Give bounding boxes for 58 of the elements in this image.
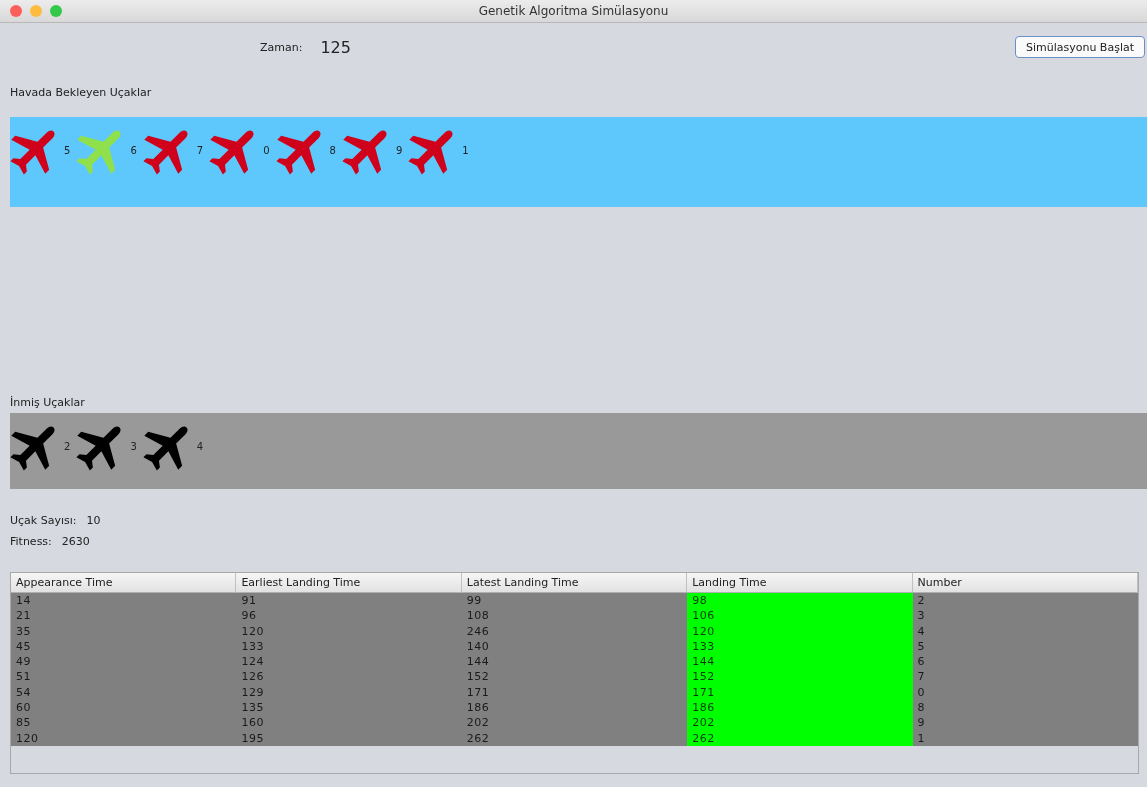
plane-number: 3 — [130, 440, 137, 452]
stat-value: 10 — [86, 513, 101, 529]
table-cell: 9 — [912, 715, 1138, 731]
plane-number: 6 — [130, 144, 137, 156]
table-cell: 3 — [912, 608, 1138, 624]
window-control-icon[interactable] — [50, 5, 62, 17]
window-title: Genetik Algoritma Simülasyonu — [478, 4, 669, 18]
stat-label: Fitness: — [10, 534, 52, 550]
window-control-icon[interactable] — [10, 5, 22, 17]
table-cell: 8 — [912, 700, 1138, 716]
table-cell: 202 — [687, 715, 913, 731]
table-cell: 106 — [687, 608, 913, 624]
table-cell: 135 — [236, 700, 462, 716]
stat-label: Uçak Sayısı: — [10, 513, 77, 529]
table-cell: 152 — [687, 669, 913, 685]
column-header[interactable]: Landing Time — [687, 573, 913, 593]
table-cell: 60 — [11, 700, 237, 716]
table-cell: 21 — [11, 608, 237, 624]
plane-number: 7 — [196, 144, 204, 156]
section-title: Havada Bekleyen Uçaklar — [10, 85, 153, 101]
table-cell: 126 — [236, 669, 462, 685]
plane-number: 5 — [64, 144, 71, 156]
column-header[interactable]: Earliest Landing Time — [236, 573, 462, 593]
table-cell: 51 — [11, 669, 237, 685]
table-cell: 14 — [11, 593, 237, 609]
table-cell: 108 — [461, 608, 688, 624]
table-cell: 7 — [912, 669, 1138, 685]
time-label: Zaman: — [260, 40, 303, 54]
table-cell: 96 — [236, 608, 462, 624]
plane-number: 4 — [196, 440, 204, 452]
table-cell: 91 — [236, 593, 462, 609]
section-title: İnmiş Uçaklar — [10, 395, 86, 411]
table-cell: 160 — [236, 715, 462, 731]
table-cell: 49 — [11, 654, 237, 670]
table-cell: 144 — [687, 654, 913, 670]
table-cell: 85 — [11, 715, 237, 731]
column-header[interactable]: Appearance Time — [11, 573, 237, 593]
table-cell: 152 — [461, 669, 688, 685]
plane-number: 0 — [263, 144, 270, 156]
table-cell: 144 — [461, 654, 688, 670]
table-cell: 202 — [461, 715, 688, 731]
start-simulation-button[interactable]: Simülasyonu Başlat — [1014, 36, 1145, 58]
table-cell: 186 — [687, 700, 913, 716]
column-header[interactable]: Latest Landing Time — [461, 573, 688, 593]
table-cell: 98 — [687, 593, 913, 609]
plane-number: 1 — [462, 144, 469, 156]
stat-value: 2630 — [61, 534, 90, 550]
table-cell: 2 — [912, 593, 1138, 609]
plane-number: 8 — [329, 144, 336, 156]
table-cell: 6 — [912, 654, 1138, 670]
time-value: 125 — [320, 37, 351, 57]
plane-number: 2 — [64, 440, 71, 452]
table-cell: 124 — [236, 654, 462, 670]
table-cell: 186 — [461, 700, 688, 716]
column-header[interactable]: Number — [912, 573, 1138, 593]
plane-number: 9 — [395, 144, 403, 156]
table-cell: 99 — [461, 593, 688, 609]
window-control-icon[interactable] — [30, 5, 42, 17]
